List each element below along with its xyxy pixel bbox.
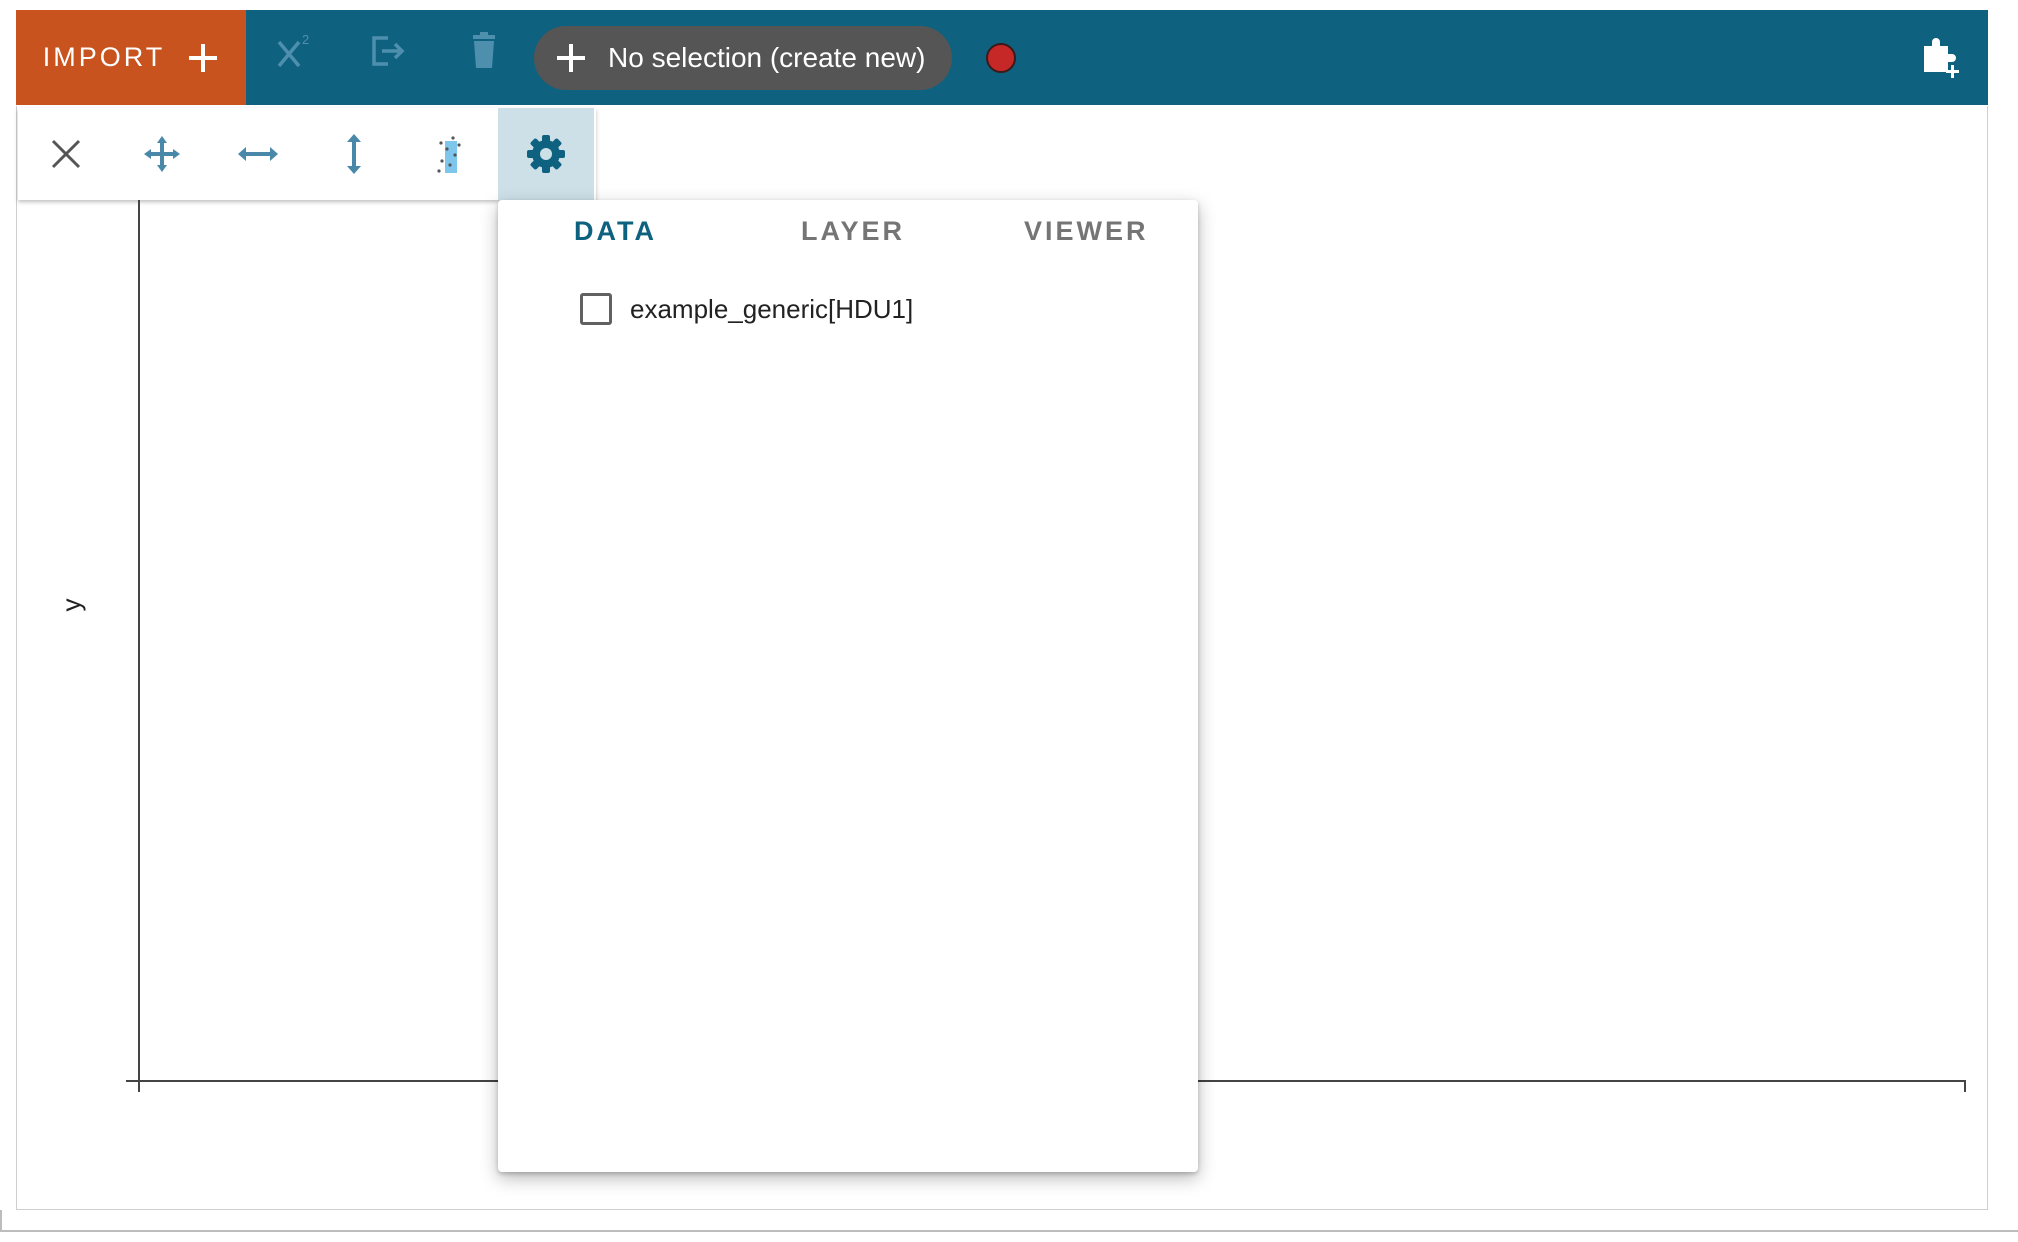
subset-selection-dropdown[interactable]: No selection (create new) bbox=[534, 26, 952, 90]
divider bbox=[0, 1230, 2018, 1232]
chi-squared-icon[interactable]: 2 bbox=[276, 30, 316, 70]
add-icon bbox=[189, 43, 218, 72]
x-axis-tick bbox=[1964, 1080, 1966, 1092]
tab-data[interactable]: DATA bbox=[574, 216, 657, 256]
delete-icon[interactable] bbox=[464, 30, 504, 70]
record-icon[interactable] bbox=[986, 43, 1016, 73]
import-button-label: IMPORT bbox=[42, 42, 166, 72]
tab-layer[interactable]: LAYER bbox=[801, 216, 905, 256]
x-axis-tick bbox=[138, 1080, 140, 1092]
export-icon[interactable] bbox=[368, 30, 408, 70]
viewer-tool-strip bbox=[18, 108, 596, 200]
subset-selection-label: No selection (create new) bbox=[608, 42, 926, 73]
settings-icon bbox=[527, 135, 565, 173]
settings-tool[interactable] bbox=[498, 108, 594, 200]
settings-popup: DATA LAYER VIEWER example_generic[HDU1] bbox=[498, 200, 1198, 1172]
pan-zoom-tool[interactable] bbox=[114, 108, 210, 200]
tab-viewer[interactable]: VIEWER bbox=[1024, 216, 1149, 256]
pan-zoom-icon bbox=[144, 136, 180, 172]
pan-x-tool[interactable] bbox=[210, 108, 306, 200]
data-list-item[interactable]: example_generic[HDU1] bbox=[580, 293, 913, 325]
bqplot-select-tool[interactable] bbox=[402, 108, 498, 200]
close-icon bbox=[51, 139, 81, 169]
pan-x-icon bbox=[238, 147, 278, 161]
data-item-label: example_generic[HDU1] bbox=[630, 293, 914, 324]
add-plugin-icon[interactable] bbox=[1920, 36, 1964, 80]
svg-text:2: 2 bbox=[302, 32, 309, 47]
y-axis bbox=[138, 200, 140, 1090]
pan-y-tool[interactable] bbox=[306, 108, 402, 200]
pan-y-icon bbox=[347, 134, 361, 174]
divider bbox=[0, 1210, 6, 1230]
bqplot-select-icon bbox=[437, 136, 461, 173]
y-axis-label: y bbox=[55, 598, 86, 612]
data-checkbox[interactable] bbox=[580, 293, 612, 325]
close-viewer-button[interactable] bbox=[18, 108, 114, 200]
add-subset-icon bbox=[557, 44, 585, 72]
import-button[interactable]: IMPORT bbox=[16, 10, 246, 105]
